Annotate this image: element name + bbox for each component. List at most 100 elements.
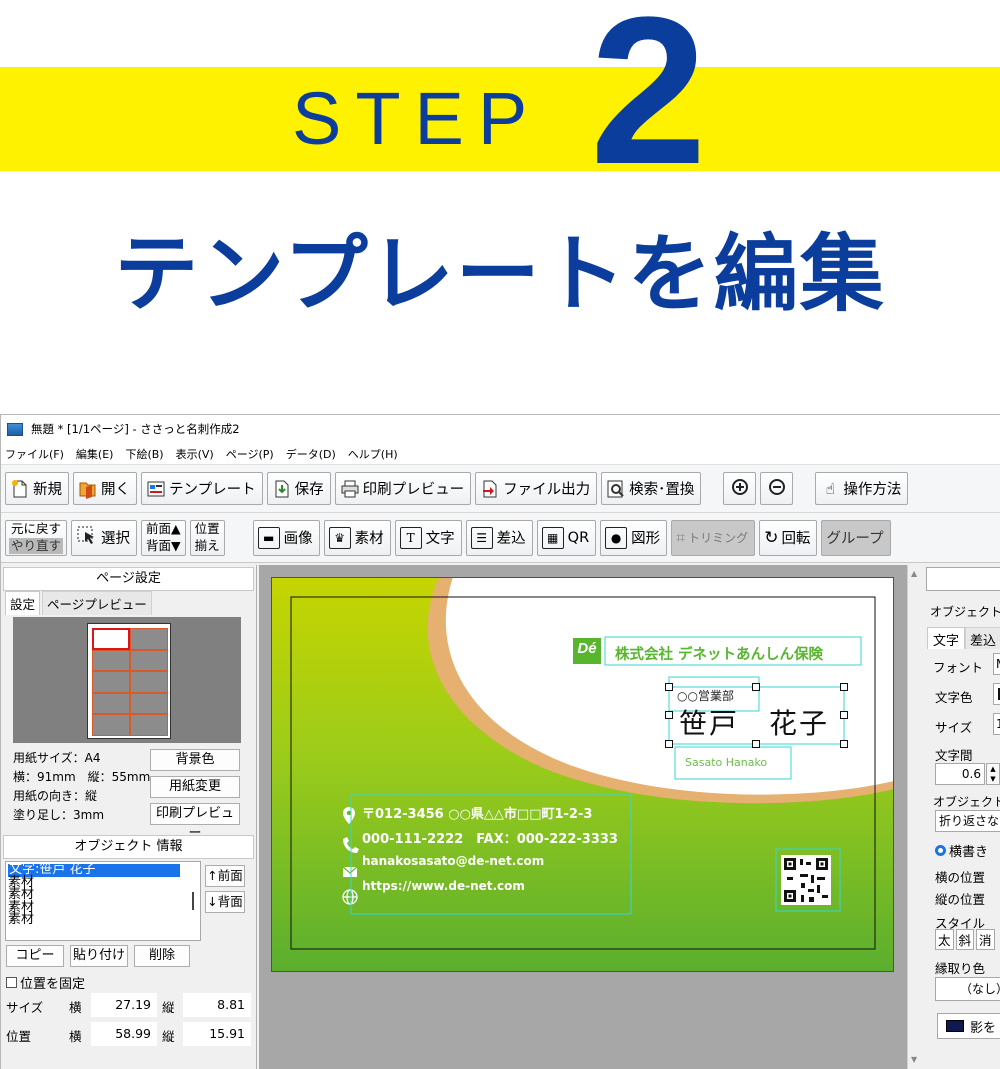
scroll-down-icon[interactable]: ▼ bbox=[911, 1055, 917, 1064]
card-slot[interactable] bbox=[130, 628, 168, 650]
right-panel: オブジェクト名 文字 差込 フォント M 文字色 サイズ 1 文字間 0.6 ▲… bbox=[923, 565, 1000, 1069]
object-size-label: オブジェクトサイズ bbox=[933, 795, 1000, 809]
business-card[interactable]: Dé 株式会社 デネットあんしん保険 ○○営業部 笹戸 花子 Sasato Ha… bbox=[271, 577, 894, 972]
image-button[interactable]: ▬ 画像 bbox=[252, 519, 320, 556]
spacing-stepper[interactable]: ▲ ▼ bbox=[986, 763, 1000, 785]
select-button[interactable]: 選択 bbox=[71, 519, 138, 556]
person-name[interactable]: 笹戸 花子 bbox=[679, 707, 829, 741]
contact-phone[interactable]: 000-111-2222 FAX：000-222-3333 bbox=[362, 828, 618, 847]
size-width-field[interactable]: 27.19 bbox=[91, 993, 157, 1017]
new-file-icon bbox=[10, 479, 30, 499]
object-list[interactable]: 文字:笹戸 花子 素材 素材 素材 素材 bbox=[5, 861, 201, 941]
list-item[interactable]: 素材 bbox=[8, 901, 198, 915]
size-prop-label: サイズ bbox=[935, 720, 973, 735]
text-color-picker[interactable] bbox=[993, 683, 1000, 705]
rotate-button[interactable]: ↻ 回転 bbox=[759, 519, 818, 556]
menu-data[interactable]: データ(D) bbox=[286, 446, 336, 462]
list-scrollbar[interactable] bbox=[192, 892, 194, 910]
spacing-field[interactable]: 0.6 bbox=[935, 763, 985, 785]
undo-button[interactable]: 元に戻す bbox=[11, 521, 61, 538]
wrap-select[interactable]: 折り返さない bbox=[935, 810, 1000, 832]
menu-edit[interactable]: 編集(E) bbox=[76, 446, 114, 462]
size-height-field[interactable]: 8.81 bbox=[183, 993, 251, 1017]
list-item[interactable]: 素材 bbox=[8, 888, 198, 902]
qr-button[interactable]: ▦ QR bbox=[536, 519, 597, 556]
copy-button[interactable]: コピー bbox=[6, 945, 64, 967]
change-paper-button[interactable]: 用紙変更 bbox=[150, 776, 240, 798]
zoom-out-button[interactable] bbox=[760, 472, 794, 505]
department[interactable]: ○○営業部 bbox=[677, 687, 734, 704]
tab-text[interactable]: 文字 bbox=[927, 627, 966, 649]
menu-background[interactable]: 下絵(B) bbox=[125, 446, 163, 462]
menu-help[interactable]: ヘルプ(H) bbox=[348, 446, 398, 462]
search-icon bbox=[606, 479, 626, 499]
font-select[interactable]: M bbox=[993, 653, 1000, 675]
fix-position-checkbox[interactable] bbox=[6, 976, 17, 988]
shape-button[interactable]: ● 図形 bbox=[600, 519, 668, 556]
menu-file[interactable]: ファイル(F) bbox=[5, 446, 64, 462]
how-to-button[interactable]: ☝ 操作方法 bbox=[815, 472, 909, 505]
card-slot[interactable] bbox=[130, 671, 168, 693]
tab-settings[interactable]: 設定 bbox=[5, 591, 41, 615]
card-slot[interactable] bbox=[92, 671, 130, 693]
paper-thumbnail[interactable] bbox=[87, 623, 171, 739]
tab-page-preview[interactable]: ページプレビュー bbox=[42, 591, 152, 615]
contact-url[interactable]: https://www.de-net.com bbox=[362, 879, 525, 893]
card-slot[interactable] bbox=[130, 649, 168, 672]
scroll-up-icon[interactable]: ▲ bbox=[911, 569, 917, 578]
background-color-button[interactable]: 背景色 bbox=[150, 749, 240, 771]
name-romaji[interactable]: Sasato Hanako bbox=[685, 756, 767, 769]
card-slot[interactable] bbox=[92, 714, 130, 736]
bring-front-button[interactable]: 前面▲ bbox=[146, 521, 181, 538]
contact-email[interactable]: hanakosasato@de-net.com bbox=[362, 854, 544, 868]
design-canvas[interactable]: Dé 株式会社 デネットあんしん保険 ○○営業部 笹戸 花子 Sasato Ha… bbox=[259, 565, 907, 1069]
group-button[interactable]: グループ bbox=[821, 519, 891, 556]
save-button[interactable]: 保存 bbox=[266, 472, 331, 505]
paste-button[interactable]: 貼り付け bbox=[70, 945, 128, 967]
insert-button[interactable]: ☰ 差込 bbox=[465, 519, 533, 556]
text-button[interactable]: T 文字 bbox=[394, 519, 462, 556]
card-slot[interactable] bbox=[92, 692, 130, 715]
material-button[interactable]: ♛ 素材 bbox=[323, 519, 391, 556]
list-item[interactable]: 素材 bbox=[8, 913, 198, 927]
menu-page[interactable]: ページ(P) bbox=[226, 446, 274, 462]
send-back-button[interactable]: 背面▼ bbox=[146, 538, 181, 555]
search-replace-button[interactable]: 検索･置換 bbox=[601, 472, 702, 505]
size-horizontal-label: 横 bbox=[69, 1000, 82, 1015]
card-slot[interactable] bbox=[130, 692, 168, 715]
canvas-vertical-scrollbar[interactable]: ▲ ▼ bbox=[907, 565, 923, 1069]
zoom-in-button[interactable] bbox=[723, 472, 757, 505]
print-preview-small-button[interactable]: 印刷プレビュー bbox=[150, 803, 240, 841]
image-icon: ▬ bbox=[257, 526, 280, 549]
company-name[interactable]: 株式会社 デネットあんしん保険 bbox=[615, 643, 823, 664]
redo-button[interactable]: やり直す bbox=[9, 537, 64, 555]
shape-icon: ● bbox=[605, 526, 628, 549]
delete-button[interactable]: 削除 bbox=[134, 945, 190, 967]
tab-insert[interactable]: 差込 bbox=[965, 627, 1000, 649]
position-y-field[interactable]: 15.91 bbox=[183, 1022, 251, 1046]
object-back-button[interactable]: ↓背面 bbox=[205, 891, 245, 913]
print-preview-button[interactable]: 印刷プレビュー bbox=[334, 472, 472, 505]
trimming-button[interactable]: ⌗ トリミング bbox=[671, 519, 756, 556]
list-item[interactable]: 素材 bbox=[8, 876, 198, 890]
file-output-button[interactable]: ファイル出力 bbox=[475, 472, 598, 505]
menu-view[interactable]: 表示(V) bbox=[176, 446, 214, 462]
outline-color-select[interactable]: （なし） bbox=[935, 977, 1000, 1001]
shadow-button[interactable]: 影を bbox=[937, 1013, 1000, 1039]
italic-button[interactable]: 斜 bbox=[955, 929, 975, 950]
template-button[interactable]: テンプレート bbox=[141, 472, 263, 505]
object-front-button[interactable]: ↑前面 bbox=[205, 865, 245, 887]
new-button[interactable]: 新規 bbox=[5, 472, 69, 505]
card-slot[interactable] bbox=[92, 649, 130, 672]
position-x-field[interactable]: 58.99 bbox=[91, 1022, 157, 1046]
contact-address[interactable]: 〒012-3456 ○○県△△市□□町1-2-3 bbox=[362, 803, 592, 822]
strike-button[interactable]: 消 bbox=[976, 929, 995, 950]
open-button[interactable]: 開く bbox=[73, 472, 137, 505]
bold-button[interactable]: 太 bbox=[935, 929, 954, 950]
position-align-button[interactable]: 位置 揃え bbox=[189, 519, 225, 556]
folder-open-icon bbox=[78, 479, 98, 499]
font-size-field[interactable]: 1 bbox=[993, 713, 1000, 735]
card-slot[interactable] bbox=[92, 628, 130, 650]
card-slot[interactable] bbox=[130, 714, 168, 736]
horizontal-radio[interactable] bbox=[935, 845, 946, 856]
